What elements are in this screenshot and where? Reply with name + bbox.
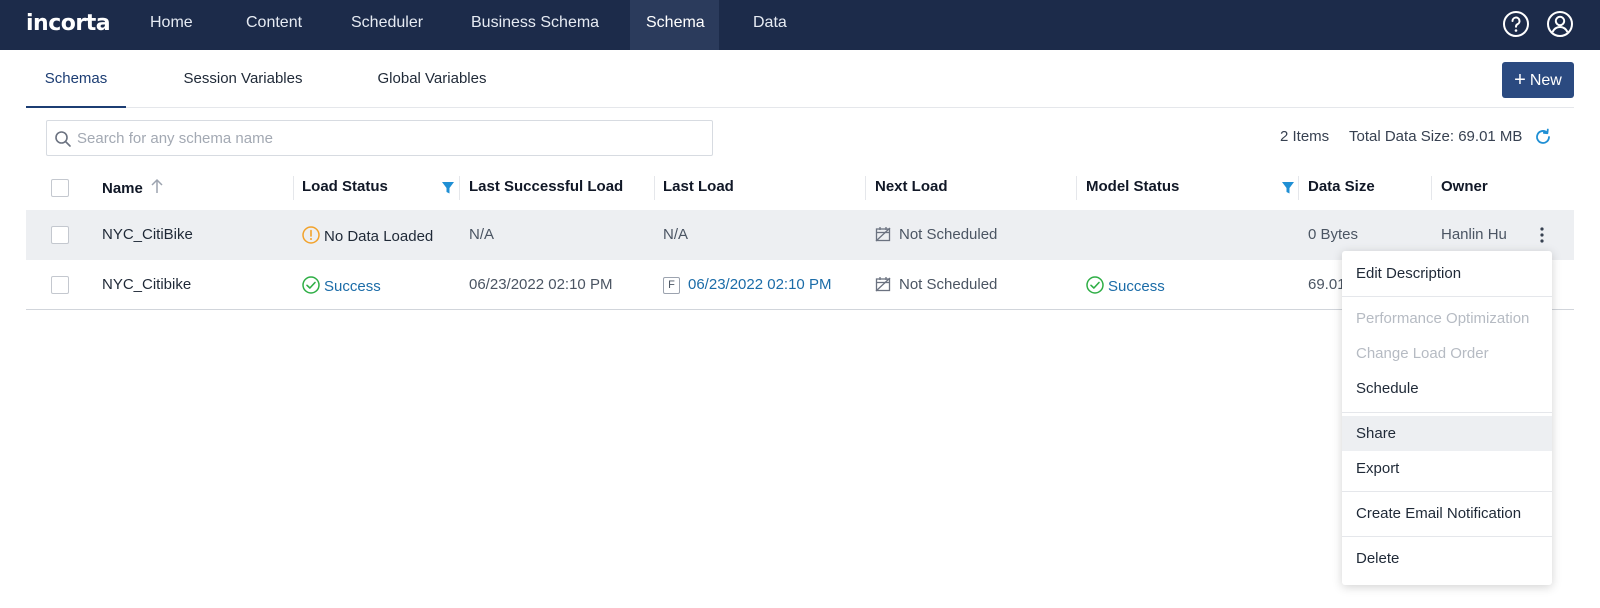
header-name[interactable]: Name: [102, 178, 164, 197]
data-size: 69.01: [1308, 276, 1346, 293]
header-data-size[interactable]: Data Size: [1308, 178, 1375, 195]
header-next-load[interactable]: Next Load: [875, 178, 948, 195]
schema-name[interactable]: NYC_CitiBike: [102, 226, 193, 243]
load-status: No Data Loaded: [302, 226, 433, 245]
total-data-size: Total Data Size: 69.01 MB: [1349, 128, 1523, 145]
select-all-checkbox[interactable]: [51, 179, 69, 197]
last-load: N/A: [663, 226, 689, 243]
filter-icon[interactable]: [441, 181, 455, 195]
header-last-load[interactable]: Last Load: [663, 178, 734, 195]
sort-up-icon[interactable]: [150, 178, 164, 194]
menu-create-email-notification[interactable]: Create Email Notification: [1342, 496, 1552, 531]
next-load: Not Scheduled: [875, 226, 997, 243]
help-icon[interactable]: [1502, 10, 1530, 38]
menu-divider: [1342, 491, 1552, 492]
last-load[interactable]: F 06/23/2022 02:10 PM: [663, 276, 831, 294]
nav-content[interactable]: Content: [230, 0, 318, 50]
nav-home[interactable]: Home: [134, 0, 209, 50]
new-button[interactable]: + New: [1502, 62, 1574, 98]
tab-global-variables[interactable]: Global Variables: [372, 50, 492, 108]
check-circle-icon: [302, 276, 320, 294]
user-icon[interactable]: [1546, 10, 1574, 38]
nav-data[interactable]: Data: [737, 0, 803, 50]
menu-change-load-order: Change Load Order: [1356, 345, 1489, 362]
nav-schema[interactable]: Schema: [630, 0, 719, 50]
nav-business-schema[interactable]: Business Schema: [455, 0, 615, 50]
menu-divider: [1342, 296, 1552, 297]
check-circle-icon: [1086, 276, 1104, 294]
menu-export[interactable]: Export: [1342, 451, 1552, 486]
menu-divider: [1342, 536, 1552, 537]
header-last-successful-load[interactable]: Last Successful Load: [469, 178, 623, 195]
refresh-icon[interactable]: [1534, 128, 1552, 146]
header-model-status[interactable]: Model Status: [1086, 178, 1179, 195]
schema-name[interactable]: NYC_Citibike: [102, 276, 191, 293]
row-actions-menu: Edit Description Performance Optimizatio…: [1342, 251, 1552, 585]
items-count: 2 Items: [1280, 128, 1330, 145]
data-size: 0 Bytes: [1308, 226, 1359, 243]
owner: Hanlin Hu: [1441, 226, 1507, 243]
menu-share[interactable]: Share: [1342, 416, 1552, 451]
next-load: Not Scheduled: [875, 276, 997, 293]
menu-divider: [1342, 412, 1552, 413]
column-divider[interactable]: [1076, 176, 1077, 200]
menu-delete[interactable]: Delete: [1342, 541, 1552, 576]
column-divider[interactable]: [654, 176, 655, 200]
row-checkbox[interactable]: [51, 276, 69, 294]
row-checkbox[interactable]: [51, 226, 69, 244]
plus-icon: +: [1514, 69, 1526, 91]
menu-schedule[interactable]: Schedule: [1342, 371, 1552, 406]
top-navbar: incorta Home Content Scheduler Business …: [0, 0, 1600, 50]
search-input[interactable]: [77, 121, 697, 155]
menu-edit-description[interactable]: Edit Description: [1342, 256, 1552, 291]
column-divider[interactable]: [293, 176, 294, 200]
nav-scheduler[interactable]: Scheduler: [335, 0, 439, 50]
column-divider[interactable]: [1298, 176, 1299, 200]
last-successful-load: 06/23/2022 02:10 PM: [469, 276, 613, 293]
model-status[interactable]: Success: [1086, 276, 1165, 295]
calendar-off-icon: [875, 277, 891, 292]
tab-schemas[interactable]: Schemas: [26, 50, 126, 108]
schema-tabs: Schemas Session Variables Global Variabl…: [26, 50, 1574, 108]
filter-icon[interactable]: [1281, 181, 1295, 195]
warning-icon: [302, 226, 320, 244]
column-divider[interactable]: [459, 176, 460, 200]
search-box: [46, 120, 713, 156]
last-successful-load: N/A: [469, 226, 495, 243]
column-divider[interactable]: [1431, 176, 1432, 200]
incorta-logo[interactable]: incorta: [26, 9, 111, 39]
full-load-badge: F: [663, 277, 680, 294]
search-icon: [55, 131, 71, 147]
header-owner[interactable]: Owner: [1441, 178, 1488, 195]
calendar-off-icon: [875, 227, 891, 242]
menu-performance-optimization: Performance Optimization: [1356, 310, 1530, 327]
column-divider[interactable]: [865, 176, 866, 200]
header-load-status[interactable]: Load Status: [302, 178, 388, 195]
load-status[interactable]: Success: [302, 276, 381, 295]
more-vertical-icon[interactable]: [1536, 225, 1548, 245]
tab-session-variables[interactable]: Session Variables: [178, 50, 308, 108]
